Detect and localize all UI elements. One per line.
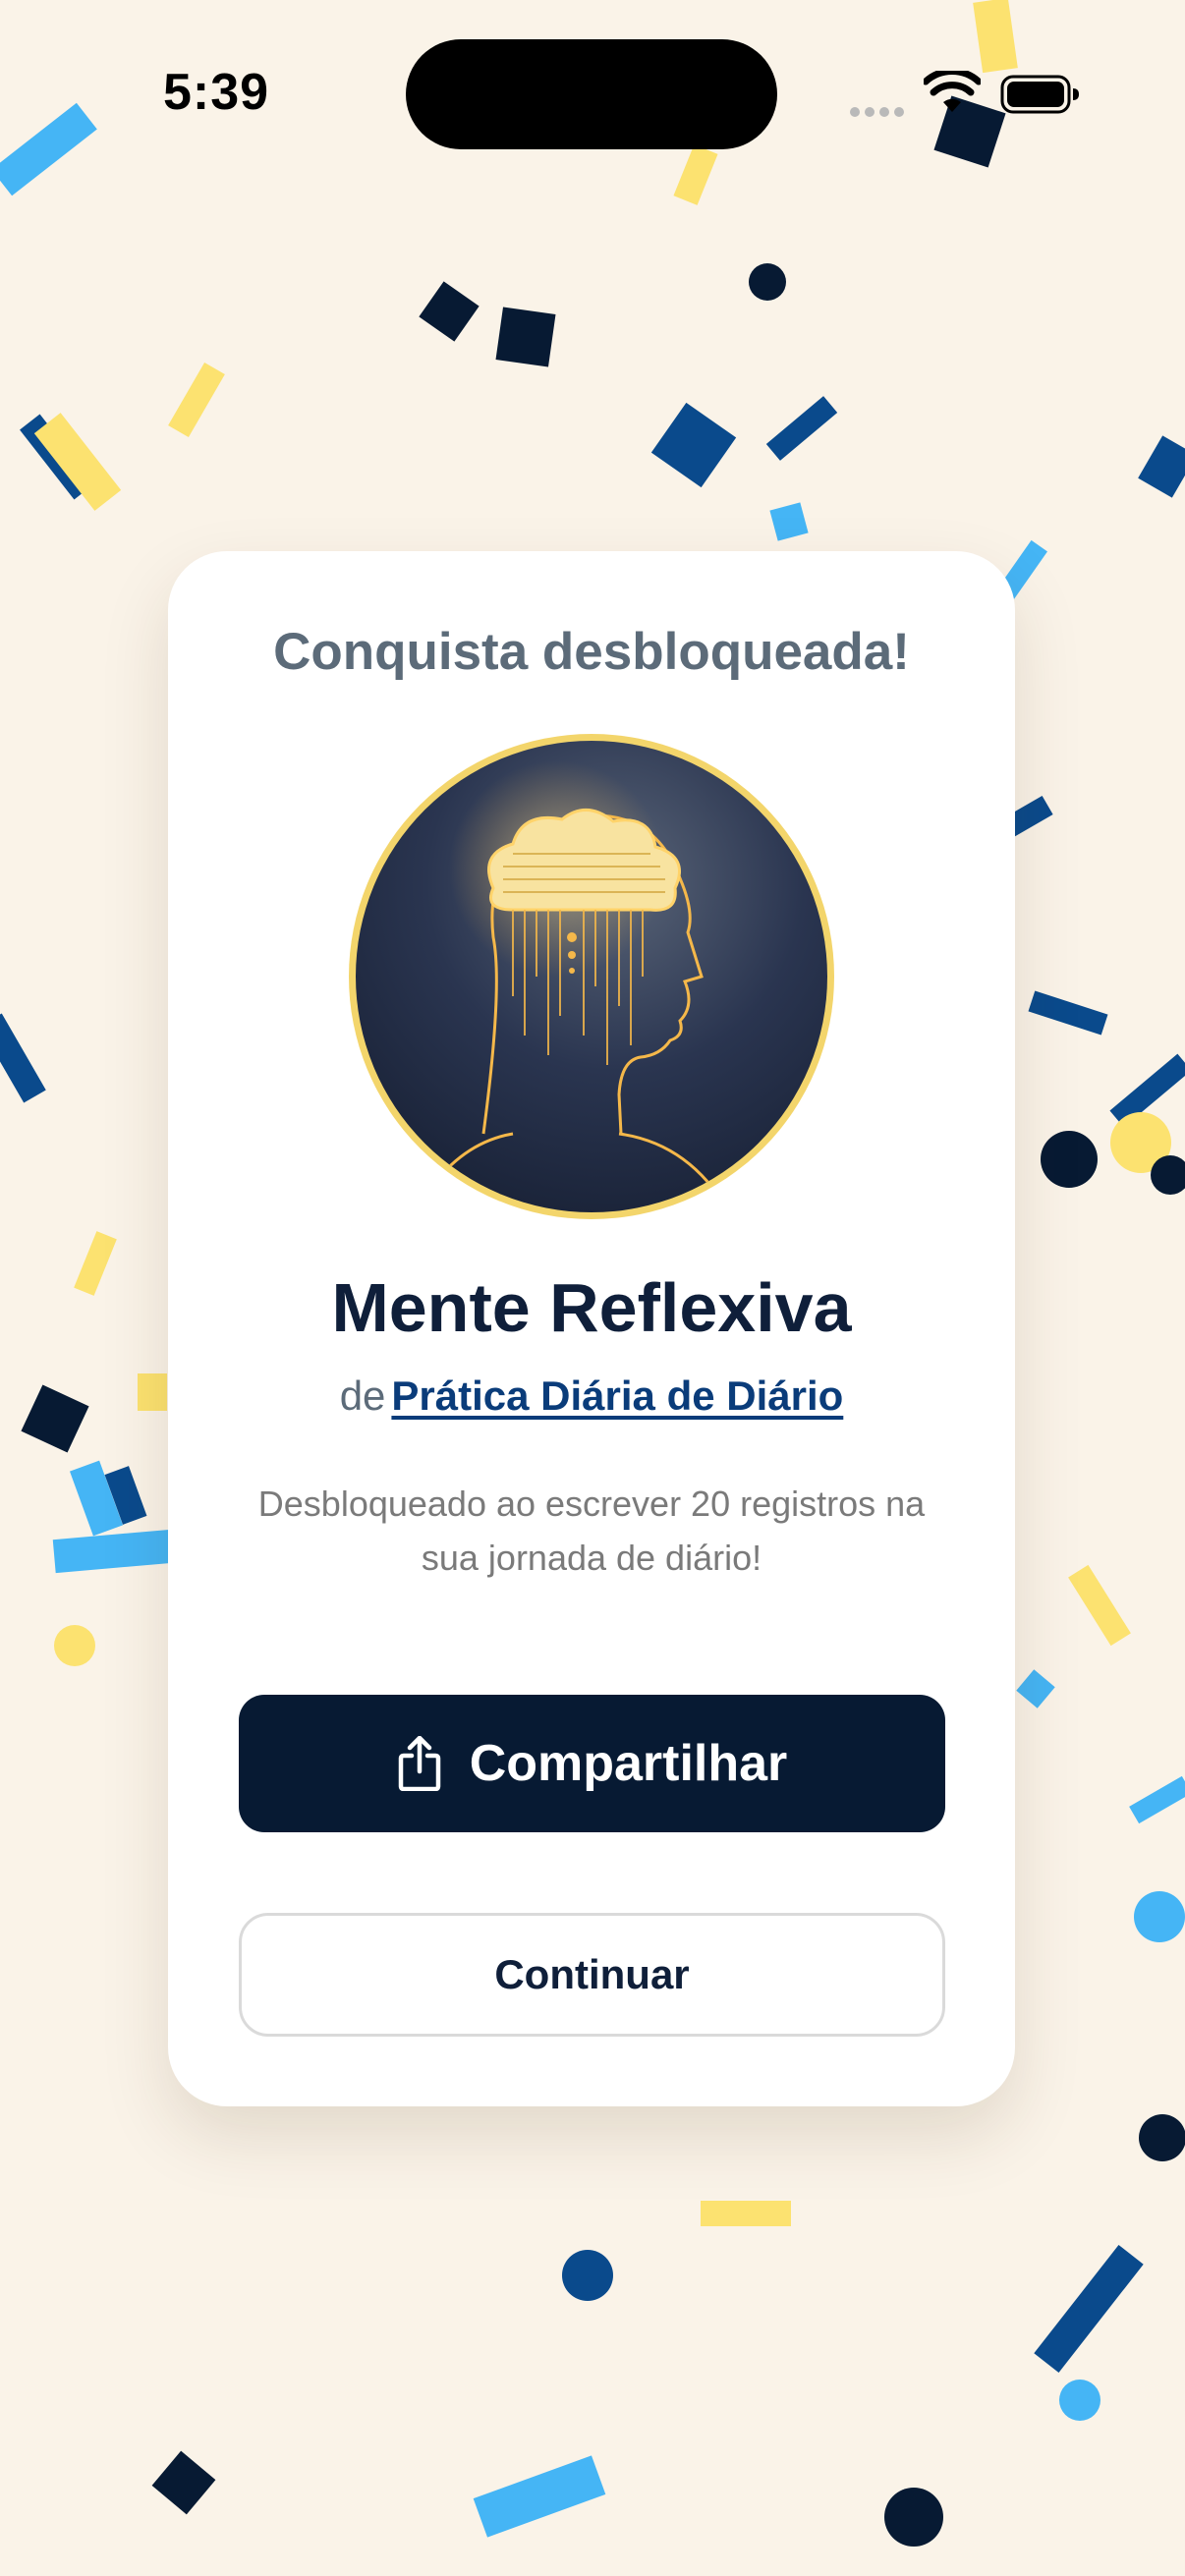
dynamic-island	[406, 39, 777, 149]
status-bar: 5:39	[0, 0, 1185, 196]
wifi-icon	[924, 71, 981, 112]
achievement-card: Conquista desbloqueada! Mente Reflexiva …	[168, 551, 1015, 2106]
battery-icon	[1000, 75, 1079, 114]
source-link[interactable]: Prática Diária de Diário	[391, 1372, 843, 1419]
share-icon	[398, 1736, 440, 1791]
reflective-mind-badge-illustration	[413, 760, 731, 1212]
badge-description: Desbloqueado ao escrever 20 registros na…	[257, 1484, 926, 1578]
badge-source: de Prática Diária de Diário	[168, 1372, 1015, 1420]
continue-button[interactable]: Continuar	[239, 1913, 945, 2037]
achievement-unlocked-heading: Conquista desbloqueada!	[273, 623, 910, 681]
share-button[interactable]: Compartilhar	[239, 1695, 945, 1832]
status-time: 5:39	[163, 64, 270, 121]
share-button-label: Compartilhar	[469, 1735, 788, 1792]
badge-title: Mente Reflexiva	[331, 1269, 852, 1346]
source-prefix: de	[339, 1372, 386, 1419]
cellular-dots-icon	[850, 104, 909, 122]
badge-image	[349, 734, 834, 1219]
